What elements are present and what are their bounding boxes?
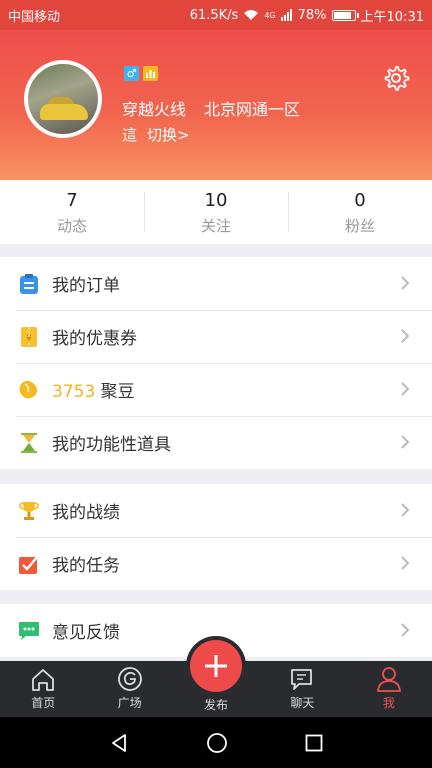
bean-icon xyxy=(18,379,40,401)
tab-me-label: 我 xyxy=(382,696,395,710)
stat-fans-value: 0 xyxy=(354,190,366,211)
network-type: 4G xyxy=(264,10,276,20)
tab-chat[interactable]: 聊天 xyxy=(259,661,345,717)
tab-square-label: 广场 xyxy=(117,696,142,710)
task-check-icon xyxy=(18,553,40,575)
status-bar: 中国移动 61.5K/s 4G 78% 上午10:31 xyxy=(0,0,432,30)
menu-item-coupons[interactable]: ¥ 我的优惠券 xyxy=(0,310,432,363)
menu-item-records[interactable]: 我的战绩 xyxy=(0,484,432,537)
stat-following-label: 关注 xyxy=(200,217,231,235)
avatar[interactable] xyxy=(24,60,102,138)
menu-item-beans[interactable]: 3753 聚豆 xyxy=(0,363,432,416)
stat-following[interactable]: 10 关注 xyxy=(144,180,288,244)
menu-item-coupons-label: 我的优惠券 xyxy=(52,329,137,349)
coupon-icon: ¥ xyxy=(18,326,40,348)
menu-group-records: 我的战绩 我的任务 xyxy=(0,484,432,590)
menu-item-records-label: 我的战绩 xyxy=(52,503,120,523)
stat-fans[interactable]: 0 粉丝 xyxy=(288,180,432,244)
profile-screen: 中国移动 61.5K/s 4G 78% 上午10:31 ♂ 穿越火线 北京网通一… xyxy=(0,0,432,768)
clock: 上午10:31 xyxy=(360,9,424,25)
home-icon xyxy=(32,669,55,691)
square-g-icon xyxy=(117,667,142,691)
chevron-right-icon xyxy=(401,623,410,637)
tab-home-label: 首页 xyxy=(31,696,56,710)
menu-item-items[interactable]: 我的功能性道具 xyxy=(0,416,432,469)
back-icon[interactable] xyxy=(109,733,129,753)
user-badges: ♂ xyxy=(124,66,158,81)
chat-icon xyxy=(291,669,313,690)
stat-following-value: 10 xyxy=(204,190,228,211)
plus-icon xyxy=(205,655,227,677)
menu-item-tasks[interactable]: 我的任务 xyxy=(0,537,432,590)
menu-item-tasks-label: 我的任务 xyxy=(52,556,120,576)
chevron-right-icon xyxy=(401,276,410,290)
publish-button[interactable] xyxy=(186,636,246,696)
chevron-right-icon xyxy=(401,503,410,517)
chevron-right-icon xyxy=(401,329,410,343)
tab-me[interactable]: 我 xyxy=(346,661,432,717)
clipboard-icon xyxy=(18,273,40,295)
svg-text:¥: ¥ xyxy=(26,334,32,344)
publish-label: 发布 xyxy=(203,698,228,712)
carrier-name: 中国移动 xyxy=(8,9,61,25)
menu-item-orders-label: 我的订单 xyxy=(52,276,120,296)
stat-posts[interactable]: 7 动态 xyxy=(0,180,144,244)
server-name: 北京网通一区 xyxy=(204,100,301,119)
beans-count: 3753 xyxy=(52,382,96,402)
battery-percent: 78% xyxy=(297,7,327,23)
chevron-right-icon xyxy=(401,435,410,449)
chevron-right-icon xyxy=(401,556,410,570)
battery-icon xyxy=(331,9,359,21)
person-icon xyxy=(376,667,401,692)
home-circle-icon[interactable] xyxy=(206,732,228,754)
name-line: 穿越火线 北京网通一区 xyxy=(122,96,300,120)
signal-icon xyxy=(280,9,292,21)
wifi-icon xyxy=(244,10,259,20)
gender-badge: ♂ xyxy=(124,66,139,81)
role-name: 這 xyxy=(122,126,138,144)
chat-bubble-icon xyxy=(18,620,40,642)
trophy-icon xyxy=(18,500,40,522)
tab-chat-label: 聊天 xyxy=(290,696,315,710)
nickname: 穿越火线 xyxy=(122,100,187,119)
menu-item-orders[interactable]: 我的订单 xyxy=(0,257,432,310)
beans-label: 聚豆 xyxy=(100,382,135,402)
role-line: 這 切换> xyxy=(122,124,190,145)
tab-home[interactable]: 首页 xyxy=(0,661,86,717)
stat-fans-label: 粉丝 xyxy=(344,217,375,235)
network-speed: 61.5K/s xyxy=(189,7,239,23)
menu-item-feedback-label: 意见反馈 xyxy=(52,623,120,643)
chevron-right-icon xyxy=(401,382,410,396)
switch-role-button[interactable]: 切换> xyxy=(147,124,190,145)
system-nav-bar xyxy=(0,717,432,768)
menu-group-assets: 我的订单 ¥ 我的优惠券 3753 聚豆 我的功能性道具 xyxy=(0,257,432,469)
recents-icon[interactable] xyxy=(305,734,323,752)
level-badge-icon xyxy=(143,66,158,81)
profile-header: ♂ 穿越火线 北京网通一区 這 切换> xyxy=(0,30,432,180)
stat-posts-label: 动态 xyxy=(56,217,87,235)
stat-posts-value: 7 xyxy=(66,190,78,211)
menu-item-items-label: 我的功能性道具 xyxy=(52,435,171,455)
hourglass-icon xyxy=(18,432,40,454)
settings-gear-icon[interactable] xyxy=(382,64,410,92)
stats-bar: 7 动态 10 关注 0 粉丝 xyxy=(0,180,432,244)
tab-square[interactable]: 广场 xyxy=(86,661,172,717)
